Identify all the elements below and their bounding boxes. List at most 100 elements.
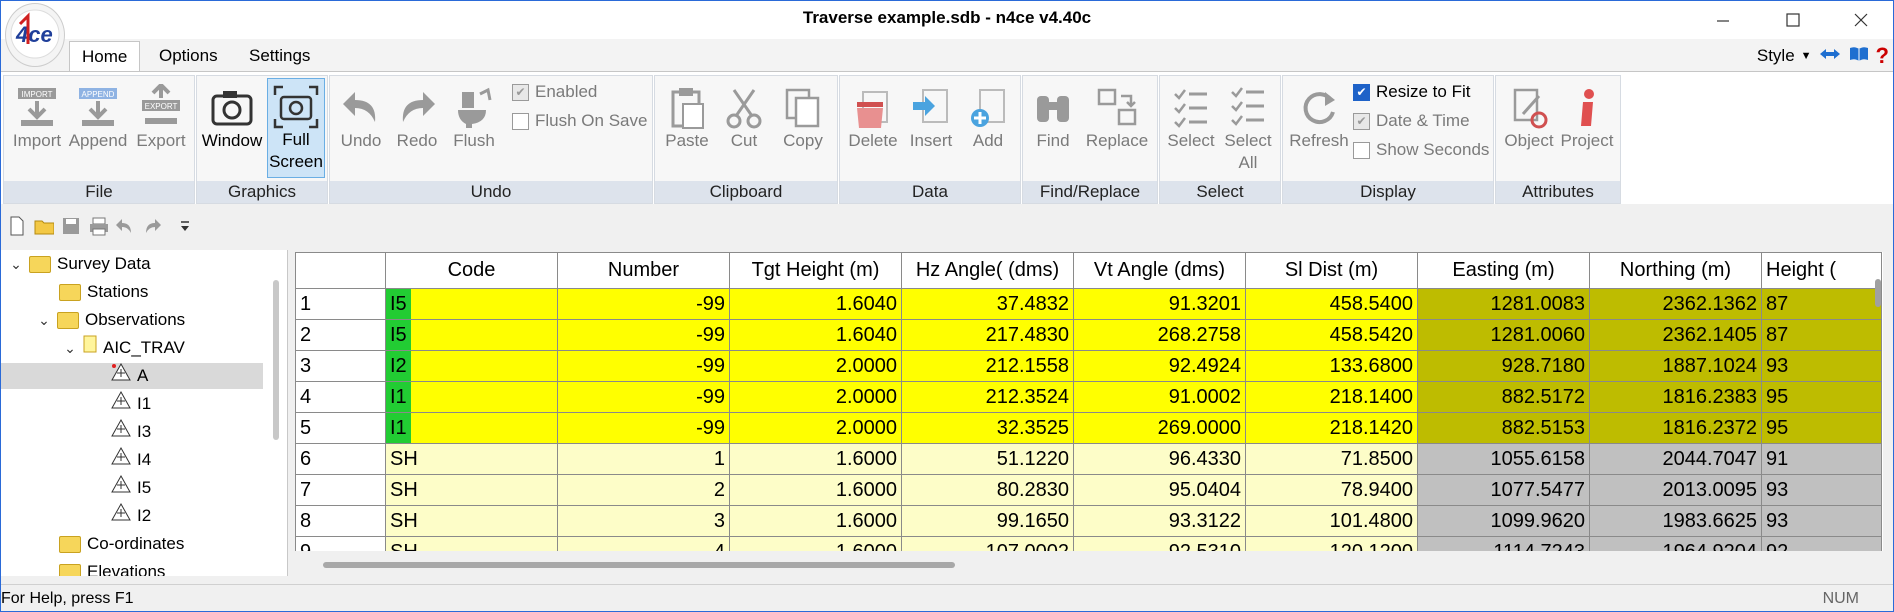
cell-code[interactable]: SH xyxy=(385,505,558,537)
tree-node-coordinates[interactable]: Co-ordinates xyxy=(59,531,184,557)
tree-scrollbar[interactable] xyxy=(273,280,279,440)
cell-sl-dist[interactable]: 71.8500 xyxy=(1245,443,1418,475)
column-header[interactable]: Northing (m) xyxy=(1589,252,1762,289)
column-header[interactable]: Height ( xyxy=(1761,252,1882,289)
cell-vt-angle[interactable]: 268.2758 xyxy=(1073,319,1246,351)
new-file-icon[interactable] xyxy=(7,215,27,237)
row-header[interactable]: 3 xyxy=(295,350,386,382)
tree-node-i5[interactable]: I5 xyxy=(111,474,151,501)
undo-icon[interactable] xyxy=(115,215,135,237)
cell-easting[interactable]: 882.5172 xyxy=(1417,381,1590,413)
collapse-chevron-icon[interactable]: ⌄ xyxy=(9,251,23,277)
row-header[interactable]: 2 xyxy=(295,319,386,351)
column-header[interactable]: Tgt Height (m) xyxy=(729,252,902,289)
project-button[interactable]: Project xyxy=(1558,80,1616,152)
table-row[interactable]: 4 I1 -99 2.0000 212.3524 91.0002 218.140… xyxy=(295,381,1882,413)
tree-node-i2[interactable]: I2 xyxy=(111,502,151,529)
cell-code[interactable]: I5 xyxy=(385,288,558,320)
table-row[interactable]: 7 SH 2 1.6000 80.2830 95.0404 78.9400 10… xyxy=(295,474,1882,506)
cell-hz-angle[interactable]: 51.1220 xyxy=(901,443,1074,475)
minimize-button[interactable] xyxy=(1693,3,1753,37)
redo-button[interactable]: Redo xyxy=(392,80,442,152)
row-header[interactable]: 4 xyxy=(295,381,386,413)
tree-node-aic-trav[interactable]: ⌄ AIC_TRAV xyxy=(63,335,185,361)
column-header[interactable]: Hz Angle( (dms) xyxy=(901,252,1074,289)
tree-node-stations[interactable]: Stations xyxy=(59,279,148,305)
append-button[interactable]: APPEND Append xyxy=(67,80,129,152)
cell-hz-angle[interactable]: 212.3524 xyxy=(901,381,1074,413)
customize-toolbar-icon[interactable] xyxy=(175,215,195,237)
column-header[interactable]: Number xyxy=(557,252,730,289)
help-icon[interactable]: ? xyxy=(1876,43,1889,69)
undo-button[interactable]: Undo xyxy=(336,80,386,152)
flush-on-save-checkbox[interactable]: Flush On Save xyxy=(512,111,647,131)
cell-height[interactable]: 87 xyxy=(1761,319,1882,351)
cell-number[interactable]: 3 xyxy=(557,505,730,537)
refresh-button[interactable]: Refresh xyxy=(1289,80,1349,152)
cell-sl-dist[interactable]: 458.5400 xyxy=(1245,288,1418,320)
cell-northing[interactable]: 1983.6625 xyxy=(1589,505,1762,537)
full-screen-button[interactable]: Full Screen xyxy=(267,78,325,178)
cell-sl-dist[interactable]: 458.5420 xyxy=(1245,319,1418,351)
cell-northing[interactable]: 2362.1405 xyxy=(1589,319,1762,351)
tree-node-a[interactable]: A xyxy=(1,362,263,389)
row-header[interactable]: 8 xyxy=(295,505,386,537)
cell-hz-angle[interactable]: 37.4832 xyxy=(901,288,1074,320)
cell-number[interactable]: -99 xyxy=(557,381,730,413)
row-header[interactable]: 5 xyxy=(295,412,386,444)
cell-height[interactable]: 93 xyxy=(1761,474,1882,506)
copy-button[interactable]: Copy xyxy=(775,80,831,152)
horizontal-scrollbar-thumb[interactable] xyxy=(323,562,955,568)
cell-vt-angle[interactable]: 93.3122 xyxy=(1073,505,1246,537)
cell-code[interactable]: I1 xyxy=(385,412,558,444)
cell-height[interactable]: 95 xyxy=(1761,412,1882,444)
row-header[interactable]: 6 xyxy=(295,443,386,475)
select-all-button[interactable]: Select All xyxy=(1222,80,1274,174)
table-row[interactable]: 1 I5 -99 1.6040 37.4832 91.3201 458.5400… xyxy=(295,288,1882,320)
cell-easting[interactable]: 928.7180 xyxy=(1417,350,1590,382)
cell-tgt-height[interactable]: 1.6000 xyxy=(729,443,902,475)
cell-easting[interactable]: 1055.6158 xyxy=(1417,443,1590,475)
resize-to-fit-checkbox[interactable]: ✔ Resize to Fit xyxy=(1353,82,1470,102)
export-button[interactable]: EXPORT Export xyxy=(132,80,190,152)
cell-height[interactable]: 95 xyxy=(1761,381,1882,413)
cell-northing[interactable]: 1816.2372 xyxy=(1589,412,1762,444)
style-menu[interactable]: Style xyxy=(1757,46,1795,66)
cell-northing[interactable]: 2362.1362 xyxy=(1589,288,1762,320)
app-logo[interactable]: 4ce xyxy=(5,3,65,67)
flush-button[interactable]: Flush xyxy=(448,80,500,152)
tree-node-survey-data[interactable]: ⌄ Survey Data xyxy=(9,251,150,277)
cell-tgt-height[interactable]: 2.0000 xyxy=(729,381,902,413)
cell-easting[interactable]: 882.5153 xyxy=(1417,412,1590,444)
cell-easting[interactable]: 1281.0083 xyxy=(1417,288,1590,320)
cell-height[interactable]: 87 xyxy=(1761,288,1882,320)
replace-button[interactable]: Replace xyxy=(1083,80,1151,152)
cell-sl-dist[interactable]: 101.4800 xyxy=(1245,505,1418,537)
cell-number[interactable]: 1 xyxy=(557,443,730,475)
cell-northing[interactable]: 1887.1024 xyxy=(1589,350,1762,382)
cell-sl-dist[interactable]: 133.6800 xyxy=(1245,350,1418,382)
cell-tgt-height[interactable]: 1.6000 xyxy=(729,505,902,537)
cell-northing[interactable]: 2044.7047 xyxy=(1589,443,1762,475)
cell-easting[interactable]: 1077.5477 xyxy=(1417,474,1590,506)
corner-header[interactable] xyxy=(295,252,386,289)
cut-button[interactable]: Cut xyxy=(719,80,769,152)
redo-icon[interactable] xyxy=(142,215,162,237)
add-button[interactable]: Add xyxy=(962,80,1014,152)
cell-tgt-height[interactable]: 2.0000 xyxy=(729,350,902,382)
close-button[interactable] xyxy=(1831,3,1891,37)
cell-code[interactable]: I1 xyxy=(385,381,558,413)
open-folder-icon[interactable] xyxy=(34,215,54,237)
paste-button[interactable]: Paste xyxy=(661,80,713,152)
cell-height[interactable]: 93 xyxy=(1761,505,1882,537)
maximize-button[interactable] xyxy=(1763,3,1823,37)
table-row[interactable]: 6 SH 1 1.6000 51.1220 96.4330 71.8500 10… xyxy=(295,443,1882,475)
cell-tgt-height[interactable]: 2.0000 xyxy=(729,412,902,444)
cell-sl-dist[interactable]: 218.1420 xyxy=(1245,412,1418,444)
table-row[interactable]: 3 I2 -99 2.0000 212.1558 92.4924 133.680… xyxy=(295,350,1882,382)
save-icon[interactable] xyxy=(61,215,81,237)
object-button[interactable]: Object xyxy=(1502,80,1556,152)
tab-options[interactable]: Options xyxy=(147,41,230,71)
cell-vt-angle[interactable]: 96.4330 xyxy=(1073,443,1246,475)
column-header[interactable]: Easting (m) xyxy=(1417,252,1590,289)
